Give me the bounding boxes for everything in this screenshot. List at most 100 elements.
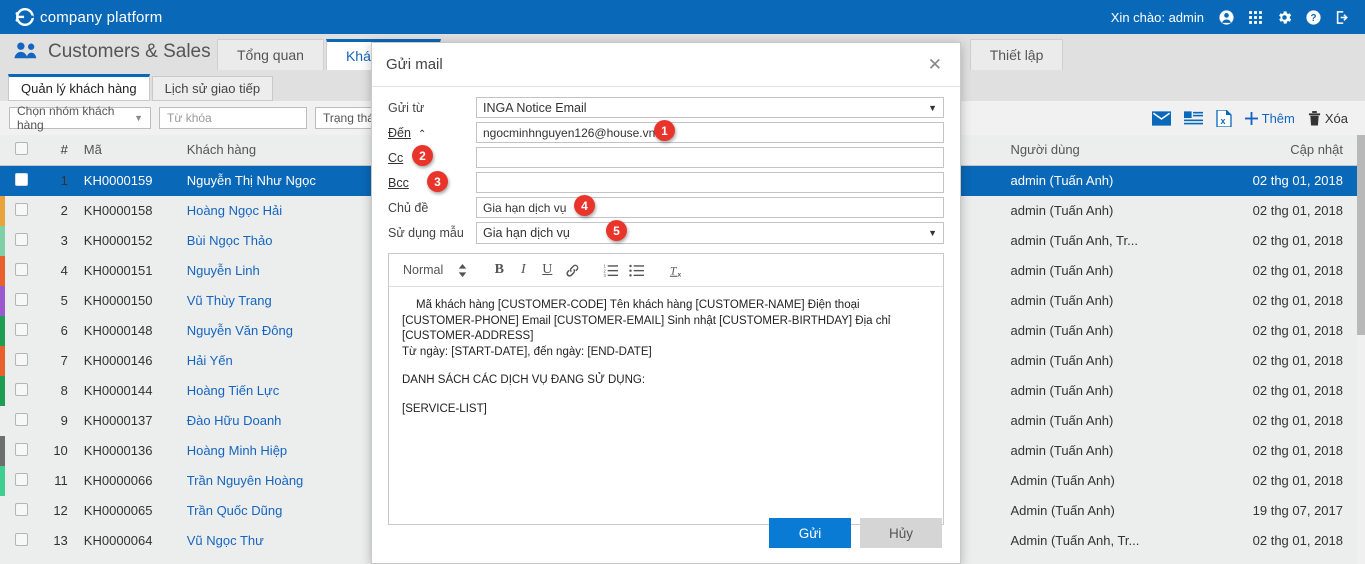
updown-icon[interactable] (451, 263, 473, 278)
mail-body-content[interactable]: Mã khách hàng [CUSTOMER-CODE] Tên khách … (389, 287, 943, 524)
cell-customer: Vũ Ngọc Thư (176, 525, 390, 556)
cancel-button[interactable]: Hủy (860, 518, 942, 548)
send-mail-icon[interactable] (1151, 110, 1171, 126)
gear-icon[interactable] (1275, 8, 1293, 26)
table-scrollbar-thumb[interactable] (1357, 135, 1365, 335)
th-select-all[interactable] (8, 135, 43, 166)
cell-updated: 02 thg 01, 2018 (1200, 315, 1357, 346)
ordered-list-icon[interactable]: 1 2 3 (597, 263, 623, 278)
row-select-cell[interactable] (8, 255, 43, 286)
cancel-button-label: Hủy (888, 525, 913, 541)
cell-customer: Nguyễn Linh (176, 255, 390, 286)
cell-user: admin (Tuấn Anh) (1004, 405, 1201, 436)
clear-format-icon[interactable]: T x (663, 263, 689, 278)
svg-text:x: x (677, 271, 681, 277)
row-select-cell[interactable] (8, 165, 43, 196)
row-checkbox[interactable] (14, 322, 28, 336)
bcc-input[interactable] (476, 172, 944, 193)
subtab-lich-su-giao-tiep[interactable]: Lịch sử giao tiếp (151, 76, 274, 101)
row-checkbox[interactable] (14, 172, 28, 186)
cell-user: admin (Tuấn Anh) (1004, 435, 1201, 466)
to-input[interactable]: ngocminhnguyen126@house.vn (476, 122, 944, 143)
link-icon[interactable] (559, 263, 585, 278)
keyword-input[interactable]: Từ khóa (159, 107, 307, 129)
row-checkbox[interactable] (14, 292, 28, 306)
chevron-down-icon: ▼ (928, 102, 937, 113)
row-color-bar (0, 225, 5, 256)
row-checkbox[interactable] (14, 472, 28, 486)
bullet-list-icon[interactable] (623, 263, 649, 278)
row-checkbox[interactable] (14, 532, 28, 546)
apps-grid-icon[interactable] (1246, 8, 1264, 26)
add-button[interactable]: Thêm (1244, 111, 1295, 126)
row-select-cell[interactable] (8, 525, 43, 556)
from-select[interactable]: INGA Notice Email ▼ (476, 97, 944, 118)
row-select-cell[interactable] (8, 465, 43, 496)
tab-tong-quan[interactable]: Tổng quan (217, 39, 324, 70)
row-select-cell[interactable] (8, 435, 43, 466)
subject-input[interactable]: Gia hạn dịch vụ (476, 197, 944, 218)
row-checkbox[interactable] (14, 382, 28, 396)
cell-user: Admin (Tuấn Anh) (1004, 495, 1201, 526)
row-checkbox[interactable] (14, 502, 28, 516)
select-all-checkbox[interactable] (14, 141, 28, 155)
row-checkbox[interactable] (14, 262, 28, 276)
ecompany-logo-icon (14, 6, 36, 28)
dialog-header: Gửi mail ✕ (372, 43, 960, 87)
cell-n: 12 (42, 495, 74, 526)
newsletter-icon[interactable] (1183, 110, 1203, 126)
row-checkbox[interactable] (14, 202, 28, 216)
user-circle-icon[interactable] (1217, 8, 1235, 26)
table-toolbar-actions: x Thêm Xóa (1151, 109, 1356, 127)
brand-logo-area[interactable]: company platform (14, 6, 162, 28)
table-scrollbar[interactable] (1357, 135, 1365, 564)
help-circle-icon[interactable]: ? (1304, 8, 1322, 26)
mail-body-line-1: Mã khách hàng [CUSTOMER-CODE] Tên khách … (402, 299, 891, 342)
greeting-text: Xin chào: admin (1110, 9, 1204, 25)
row-flag (0, 435, 9, 466)
to-label[interactable]: Đến ⌃ (388, 126, 476, 140)
people-icon (14, 41, 38, 63)
cell-n: 3 (42, 225, 74, 256)
customer-group-select[interactable]: Chọn nhóm khách hàng ▼ (9, 104, 151, 132)
logout-icon[interactable] (1333, 8, 1351, 26)
close-icon[interactable]: ✕ (924, 54, 946, 75)
row-select-cell[interactable] (8, 225, 43, 256)
row-color-bar (0, 255, 5, 286)
export-excel-icon[interactable]: x (1215, 109, 1232, 127)
top-bar: company platform Xin chào: admin ? (0, 0, 1365, 34)
bold-icon[interactable]: B (487, 262, 511, 278)
row-checkbox[interactable] (14, 352, 28, 366)
row-select-cell[interactable] (8, 315, 43, 346)
row-select-cell[interactable] (8, 405, 43, 436)
to-label-text: Đến (388, 125, 411, 140)
underline-icon[interactable]: U (535, 262, 559, 278)
cell-code: KH0000151 (73, 255, 177, 286)
row-select-cell[interactable] (8, 285, 43, 316)
row-select-cell[interactable] (8, 345, 43, 376)
tab-label: Thiết lập (989, 47, 1044, 63)
cell-user: Admin (Tuấn Anh, Tr... (1004, 525, 1201, 556)
delete-button[interactable]: Xóa (1308, 111, 1348, 126)
format-select[interactable]: Normal (403, 263, 443, 277)
row-select-cell[interactable] (8, 375, 43, 406)
row-checkbox[interactable] (14, 412, 28, 426)
subject-input-value: Gia hạn dịch vụ (483, 200, 567, 215)
send-button[interactable]: Gửi (769, 518, 851, 548)
cell-customer: Hoàng Ngọc Hải (176, 195, 390, 226)
subtab-quan-ly-khach-hang[interactable]: Quản lý khách hàng (8, 74, 150, 101)
row-select-cell[interactable] (8, 495, 43, 526)
row-checkbox[interactable] (14, 442, 28, 456)
cell-user: admin (Tuấn Anh) (1004, 315, 1201, 346)
cell-user: admin (Tuấn Anh) (1004, 285, 1201, 316)
to-input-value: ngocminhnguyen126@house.vn (483, 125, 656, 140)
cc-input[interactable] (476, 147, 944, 168)
cell-customer: Trần Nguyên Hoàng (176, 465, 390, 496)
chevron-up-icon: ⌃ (417, 128, 427, 140)
row-select-cell[interactable] (8, 195, 43, 226)
page-title: Customers & Sales (14, 34, 211, 70)
template-select[interactable]: Gia hạn dịch vụ ▼ (476, 222, 944, 244)
tab-thiet-lap[interactable]: Thiết lập (969, 39, 1064, 70)
italic-icon[interactable]: I (511, 262, 535, 278)
row-checkbox[interactable] (14, 232, 28, 246)
